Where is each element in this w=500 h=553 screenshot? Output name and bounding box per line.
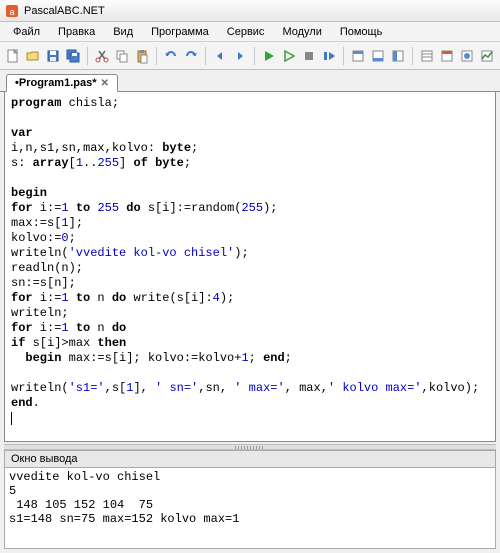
menu-file[interactable]: Файл bbox=[4, 24, 49, 40]
menu-service[interactable]: Сервис bbox=[218, 24, 274, 40]
toolbar-separator bbox=[156, 47, 157, 65]
nav-fwd-icon[interactable] bbox=[231, 45, 249, 67]
menu-view[interactable]: Вид bbox=[104, 24, 142, 40]
nav-back-icon[interactable] bbox=[211, 45, 229, 67]
menu-program[interactable]: Программа bbox=[142, 24, 218, 40]
run-no-debug-icon[interactable] bbox=[280, 45, 298, 67]
save-icon[interactable] bbox=[44, 45, 62, 67]
paste-icon[interactable] bbox=[133, 45, 151, 67]
app-icon: a bbox=[4, 3, 20, 19]
toolbar-separator bbox=[87, 47, 88, 65]
title-bar: a PascalABC.NET bbox=[0, 0, 500, 22]
step-icon[interactable] bbox=[320, 45, 338, 67]
menu-help[interactable]: Помощь bbox=[331, 24, 392, 40]
close-icon[interactable]: ✕ bbox=[101, 78, 109, 89]
window3-icon[interactable] bbox=[458, 45, 476, 67]
panel3-icon[interactable] bbox=[389, 45, 407, 67]
redo-icon[interactable] bbox=[182, 45, 200, 67]
tab-program1[interactable]: •Program1.pas* ✕ bbox=[6, 74, 118, 92]
tab-label: •Program1.pas* bbox=[15, 77, 97, 89]
copy-icon[interactable] bbox=[113, 45, 131, 67]
window1-icon[interactable] bbox=[418, 45, 436, 67]
output-panel[interactable]: vvedite kol-vo chisel 5 148 105 152 104 … bbox=[4, 467, 496, 549]
stop-icon[interactable] bbox=[300, 45, 318, 67]
new-file-icon[interactable] bbox=[4, 45, 22, 67]
toolbar-separator bbox=[254, 47, 255, 65]
toolbar-separator bbox=[205, 47, 206, 65]
window-title: PascalABC.NET bbox=[24, 5, 105, 17]
text-cursor bbox=[11, 412, 12, 425]
open-icon[interactable] bbox=[24, 45, 42, 67]
menu-edit[interactable]: Правка bbox=[49, 24, 104, 40]
panel1-icon[interactable] bbox=[349, 45, 367, 67]
tabs-bar: •Program1.pas* ✕ bbox=[0, 70, 500, 92]
undo-icon[interactable] bbox=[162, 45, 180, 67]
window2-icon[interactable] bbox=[438, 45, 456, 67]
run-icon[interactable] bbox=[260, 45, 278, 67]
menu-modules[interactable]: Модули bbox=[273, 24, 330, 40]
panel2-icon[interactable] bbox=[369, 45, 387, 67]
output-panel-title: Окно вывода bbox=[4, 450, 496, 467]
toolbar bbox=[0, 42, 500, 70]
svg-text:a: a bbox=[9, 7, 14, 17]
toolbar-separator bbox=[412, 47, 413, 65]
toolbar-separator bbox=[343, 47, 344, 65]
window4-icon[interactable] bbox=[478, 45, 496, 67]
menu-bar: Файл Правка Вид Программа Сервис Модули … bbox=[0, 22, 500, 42]
code-editor[interactable]: program chisla; var i,n,s1,sn,max,kolvo:… bbox=[4, 92, 496, 442]
cut-icon[interactable] bbox=[93, 45, 111, 67]
save-all-icon[interactable] bbox=[64, 45, 82, 67]
splitter[interactable] bbox=[4, 444, 496, 450]
